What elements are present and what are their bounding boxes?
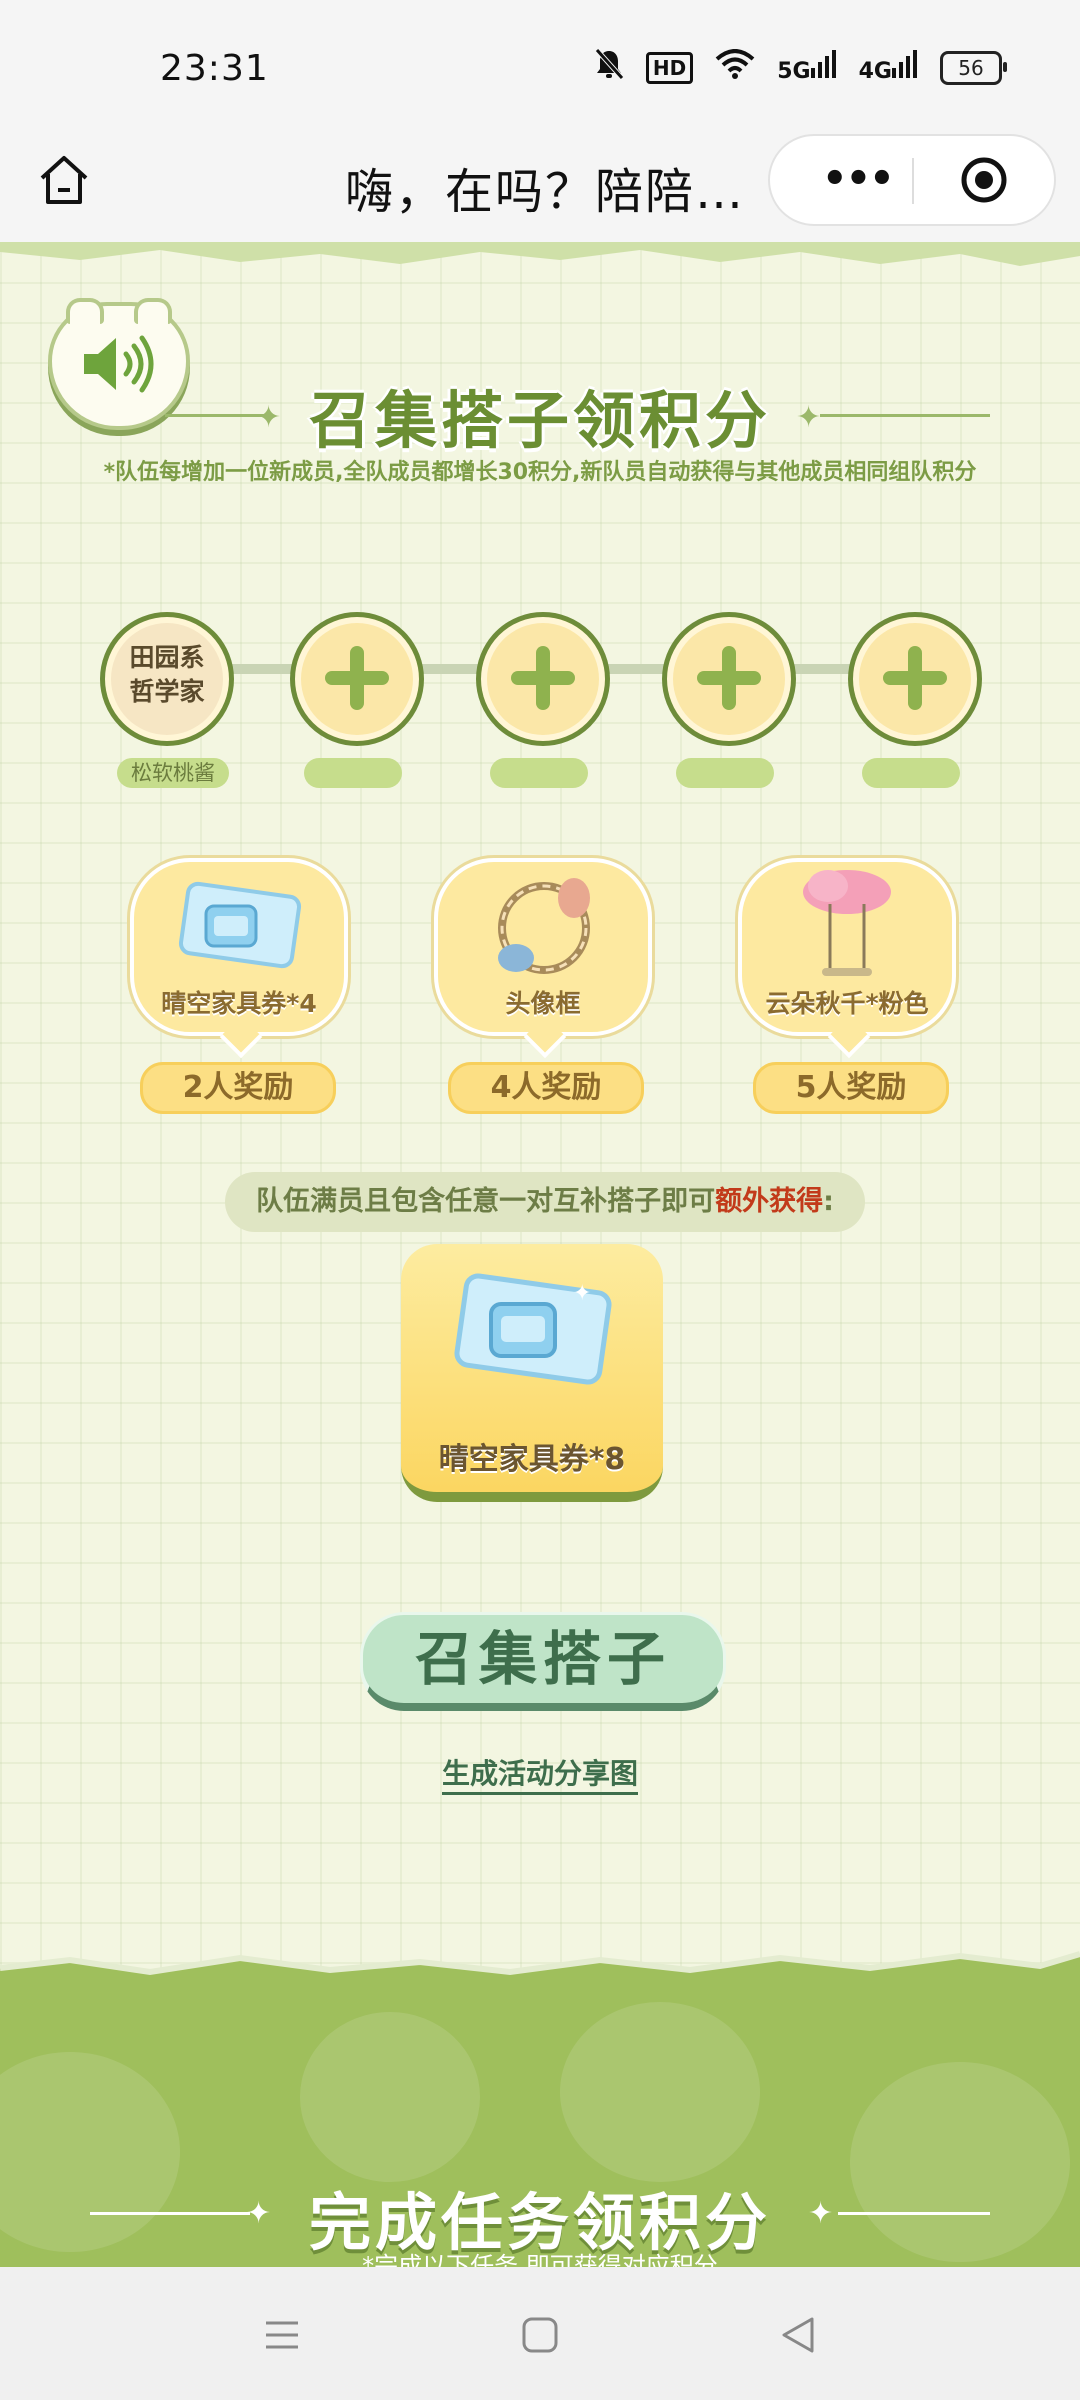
mute-icon <box>594 48 624 88</box>
plus-icon <box>350 646 364 710</box>
system-navigation-bar <box>0 2267 1080 2400</box>
plus-icon <box>908 646 922 710</box>
invite-slot-2[interactable] <box>290 612 424 746</box>
back-icon[interactable] <box>778 2315 818 2355</box>
reward-card-tail <box>827 1015 871 1059</box>
sound-button-ear <box>66 298 104 324</box>
title-divider-right <box>838 2212 990 2215</box>
activity-page: ✦ 召集搭子领积分 ✦ *队伍每增加一位新成员,全队成员都增长30积分,新队员自… <box>0 242 1080 2280</box>
background-deco <box>560 2002 760 2182</box>
page-title: 嗨，在吗？陪陪… <box>345 164 746 220</box>
bonus-condition-text: 队伍满员且包含任意一对互补搭子即可 <box>256 1186 716 1217</box>
reward-card-tail <box>523 1015 567 1059</box>
more-icon[interactable]: ••• <box>822 156 895 202</box>
bonus-condition-banner: 队伍满员且包含任意一对互补搭子即可额外获得: <box>225 1172 865 1232</box>
avatar-frame-icon <box>498 878 590 974</box>
member-name-badge: 松软桃酱 <box>117 758 229 788</box>
wifi-icon <box>715 49 755 87</box>
plus-icon <box>536 646 550 710</box>
title-divider-right <box>820 414 990 417</box>
empty-name-badge <box>862 758 960 788</box>
home-nav-icon[interactable] <box>520 2315 560 2355</box>
reward-card-1[interactable]: 晴空家具券*4 <box>130 858 348 1059</box>
furniture-ticket-icon: ✦ <box>454 1273 612 1385</box>
share-image-link: 生成活动分享图 <box>0 1752 1080 1795</box>
mini-app-nav-bar: 嗨，在吗？陪陪… ••• <box>0 130 1080 242</box>
bonus-reward-card[interactable]: ✦ 晴空家具券*8 <box>401 1244 663 1502</box>
sound-button-ear <box>134 298 172 324</box>
hd-icon: HD <box>645 52 694 84</box>
share-image-link-text[interactable]: 生成活动分享图 <box>441 1757 638 1795</box>
empty-name-badge <box>676 758 774 788</box>
sparkle-icon: ✦ <box>808 2196 834 2231</box>
reward-label: 晴空家具券*4 <box>161 989 317 1018</box>
cloud-swing-icon <box>803 870 891 976</box>
status-icons: HD 5G 4G 56 <box>594 48 1007 88</box>
reward-card-2[interactable]: 头像框 <box>434 858 652 1059</box>
clock: 23:31 <box>160 48 269 89</box>
invite-slot-4[interactable] <box>662 612 796 746</box>
close-miniapp-icon[interactable] <box>960 156 1008 204</box>
plus-icon <box>722 646 736 710</box>
reward-label: 头像框 <box>505 989 581 1018</box>
signal-4g-icon: 4G <box>859 50 918 86</box>
team-section-subtitle: *队伍每增加一位新成员,全队成员都增长30积分,新队员自动获得与其他成员相同组队… <box>103 460 977 485</box>
bonus-reward-label: 晴空家具券*8 <box>438 1442 626 1477</box>
sparkle-icon: ✦ <box>796 400 822 435</box>
torn-paper-edge <box>0 242 1080 266</box>
background-deco <box>300 2012 480 2182</box>
member-slot-1[interactable]: 田园系 哲学家 <box>100 612 234 746</box>
empty-name-badge <box>304 758 402 788</box>
reward-tier-badge: 2人奖励 <box>140 1062 336 1114</box>
invite-slot-3[interactable] <box>476 612 610 746</box>
reward-tier-badge: 5人奖励 <box>753 1062 949 1114</box>
reward-tier-badge: 4人奖励 <box>448 1062 644 1114</box>
battery-icon: 56 <box>940 51 1007 85</box>
status-bar: 23:31 HD 5G 4G 56 <box>0 0 1080 130</box>
reward-card-3[interactable]: 云朵秋千*粉色 <box>738 858 956 1059</box>
torn-paper-edge <box>0 1951 1080 1986</box>
reward-card-tail <box>219 1015 263 1059</box>
capsule-divider <box>912 158 914 204</box>
member-title: 田园系 哲学家 <box>129 643 205 706</box>
home-icon[interactable] <box>34 150 94 210</box>
bonus-colon: : <box>823 1186 834 1217</box>
recent-apps-icon[interactable] <box>262 2315 302 2355</box>
invite-slot-5[interactable] <box>848 612 982 746</box>
reward-label: 云朵秋千*粉色 <box>765 989 929 1018</box>
recruit-partner-button[interactable]: 召集搭子 <box>360 1612 726 1711</box>
signal-5g-icon: 5G <box>777 50 836 86</box>
furniture-ticket-icon <box>178 881 302 969</box>
svg-text:✦: ✦ <box>573 1281 591 1306</box>
tasks-section: ✦ 完成任务领积分 ✦ *完成以下任务,即可获得对应积分 <box>0 1951 1080 2280</box>
bonus-highlight: 额外获得 <box>715 1186 824 1217</box>
empty-name-badge <box>490 758 588 788</box>
mini-app-capsule: ••• <box>768 134 1056 226</box>
